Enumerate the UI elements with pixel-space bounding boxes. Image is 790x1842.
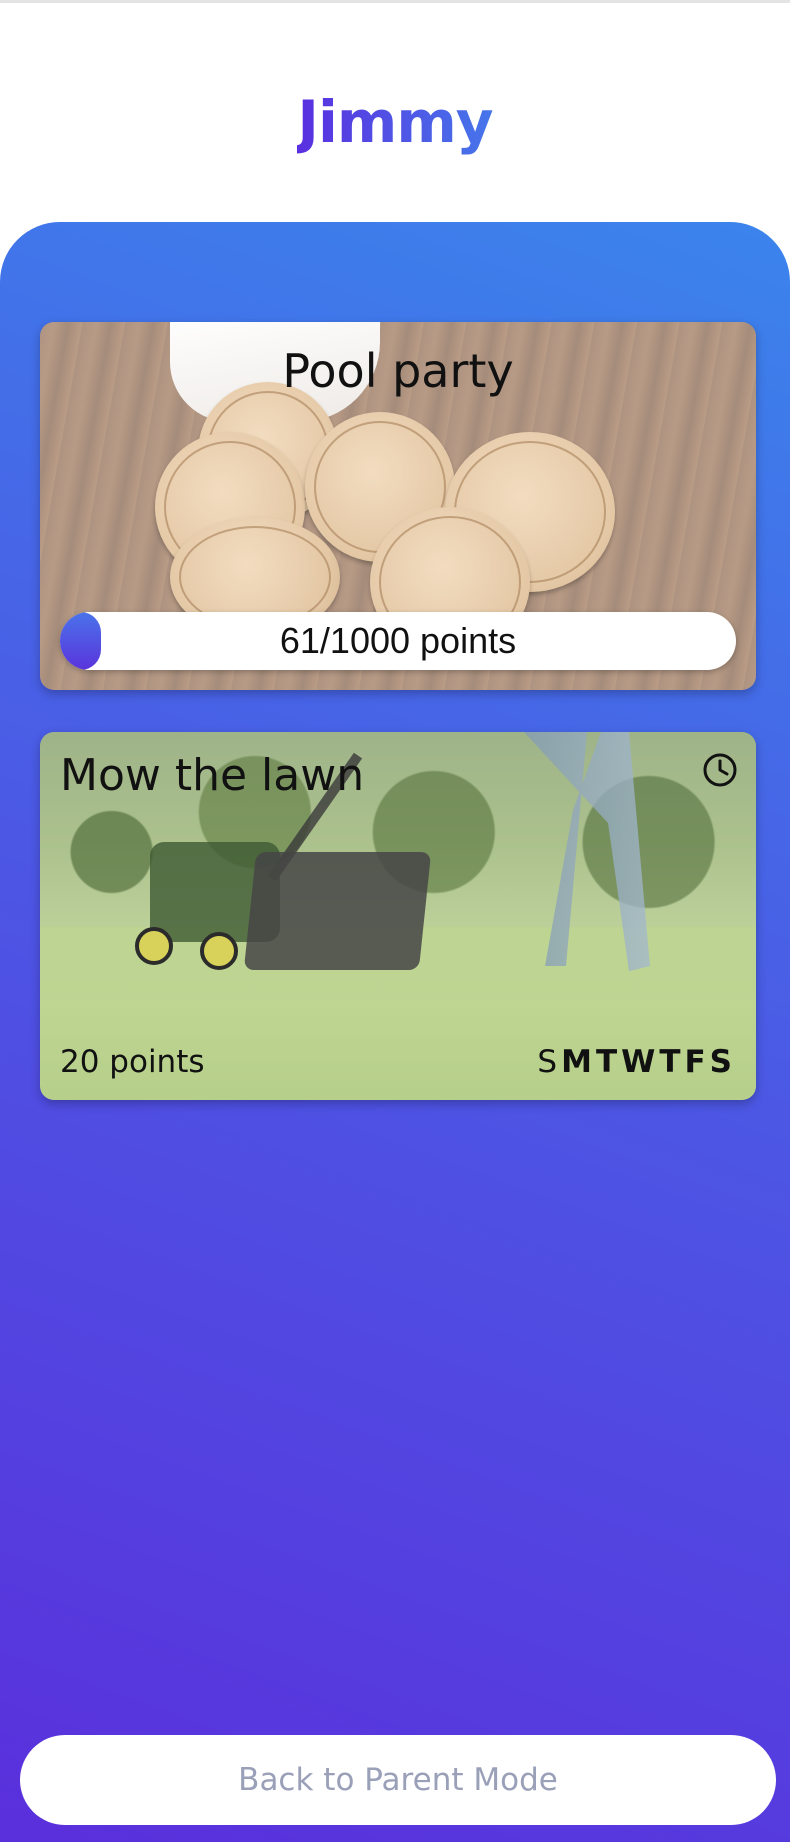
reward-title: Pool party xyxy=(282,344,514,398)
day-letter: W xyxy=(621,1044,660,1080)
chore-points: 20 points xyxy=(60,1044,205,1080)
mower-wheel-image xyxy=(135,927,173,965)
day-letter: T xyxy=(659,1044,685,1080)
back-to-parent-mode-button[interactable]: Back to Parent Mode xyxy=(20,1735,776,1825)
clock-icon[interactable] xyxy=(702,752,738,788)
progress-label: 61/1000 points xyxy=(279,620,517,661)
day-letter: S xyxy=(709,1044,736,1080)
content-panel: Pool party 61/1000 points Mow the lawn 2… xyxy=(0,222,790,1842)
chore-title: Mow the lawn xyxy=(60,750,365,801)
reward-progress-bar: 61/1000 points xyxy=(60,612,736,670)
day-letter: S xyxy=(537,1044,562,1080)
mower-wheel-image xyxy=(200,932,238,970)
child-name-title: Jimmy xyxy=(297,88,493,156)
mower-bag-image xyxy=(243,852,432,970)
day-letter: T xyxy=(595,1044,622,1080)
chore-card[interactable]: Mow the lawn 20 points SMTWTFS xyxy=(40,732,756,1100)
day-letter: F xyxy=(684,1044,710,1080)
reward-card[interactable]: Pool party 61/1000 points xyxy=(40,322,756,690)
day-letter: M xyxy=(561,1044,596,1080)
header: Jimmy xyxy=(0,0,790,230)
chore-schedule-days: SMTWTFS xyxy=(537,1044,736,1080)
